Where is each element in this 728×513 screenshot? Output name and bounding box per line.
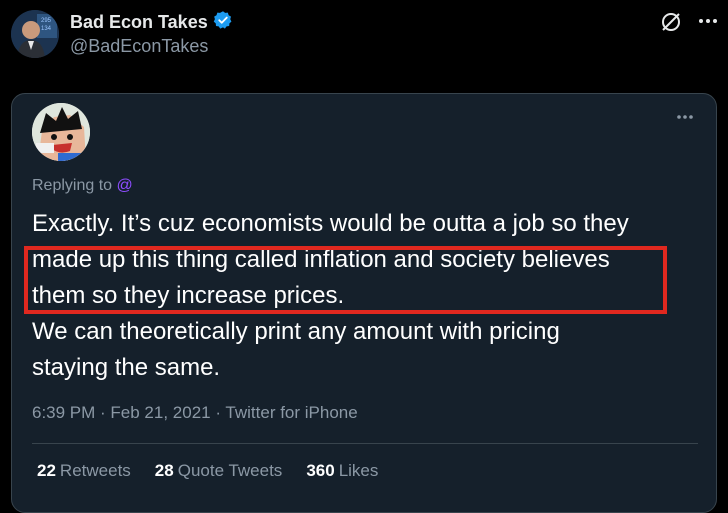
meta-separator: · bbox=[215, 403, 226, 422]
tweet-text-line: staying the same. bbox=[32, 354, 221, 381]
svg-text:134: 134 bbox=[41, 26, 52, 32]
likes-count: 360 bbox=[306, 461, 335, 480]
quoted-tweet-card[interactable]: Replying to @ Exactly. It’s cuz economis… bbox=[11, 93, 717, 513]
retweets-stat[interactable]: 22 Retweets bbox=[37, 461, 131, 481]
author-name[interactable]: Bad Econ Takes bbox=[70, 12, 208, 33]
card-more-options-icon[interactable] bbox=[674, 110, 696, 124]
author-name-row: Bad Econ Takes bbox=[70, 10, 233, 35]
retweets-label: Retweets bbox=[59, 461, 131, 480]
retweets-count: 22 bbox=[37, 461, 56, 480]
tweet-meta: 6:39 PM · Feb 21, 2021 · Twitter for iPh… bbox=[32, 403, 358, 423]
replying-prefix: Replying to bbox=[32, 177, 113, 194]
svg-text:295: 295 bbox=[41, 18, 52, 24]
quoted-author-avatar[interactable] bbox=[32, 103, 90, 161]
quote-tweets-stat[interactable]: 28 Quote Tweets bbox=[155, 461, 283, 481]
more-options-icon[interactable] bbox=[697, 10, 719, 32]
tweet-text-line: We can theoretically print any amount wi… bbox=[32, 318, 560, 345]
tweet-text-line: them so they increase prices. bbox=[32, 282, 345, 309]
tweet-text: Exactly. It’s cuz economists would be ou… bbox=[32, 206, 692, 386]
tweet-stats: 22 Retweets 28 Quote Tweets 360 Likes bbox=[37, 461, 378, 481]
replying-to-line: Replying to @ bbox=[32, 177, 133, 195]
verified-badge-icon bbox=[213, 10, 233, 35]
author-handle[interactable]: @BadEconTakes bbox=[70, 36, 208, 57]
author-avatar[interactable]: 295 134 bbox=[11, 10, 59, 58]
likes-stat[interactable]: 360 Likes bbox=[306, 461, 378, 481]
tweet-timestamp[interactable]: 6:39 PM · Feb 21, 2021 bbox=[32, 403, 211, 422]
quotes-count: 28 bbox=[154, 461, 174, 480]
twitter-blocked-logo-icon[interactable] bbox=[659, 10, 683, 34]
tweet-text-line: made up this thing called inflation and … bbox=[32, 246, 610, 273]
quotes-label: Quote Tweets bbox=[177, 461, 283, 480]
divider bbox=[32, 443, 698, 444]
replying-mention-link[interactable]: @ bbox=[117, 177, 133, 194]
tweet-source[interactable]: Twitter for iPhone bbox=[225, 403, 357, 422]
likes-label: Likes bbox=[338, 461, 379, 480]
tweet-text-line: Exactly. It’s cuz economists would be ou… bbox=[32, 210, 629, 237]
